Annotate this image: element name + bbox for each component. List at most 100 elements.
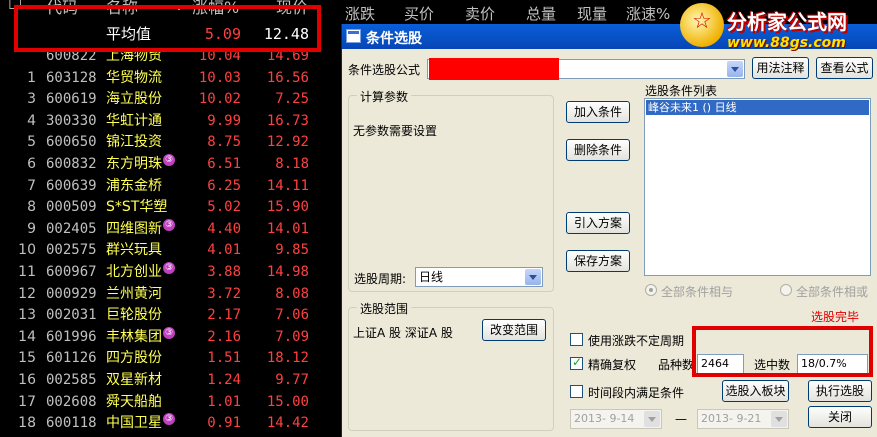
table-row[interactable]: 11 600967 北方创业 ③ 3.88 14.98: [0, 261, 341, 283]
info-badge-icon[interactable]: ③: [163, 262, 175, 274]
date-from-value: 2013- 9-14: [574, 412, 635, 425]
table-row[interactable]: 7 600639 浦东金桥 6.25 14.11: [0, 175, 341, 197]
info-badge-icon[interactable]: ③: [163, 326, 175, 339]
exact-adjust-checkbox[interactable]: [570, 355, 583, 370]
close-button[interactable]: 关闭: [808, 406, 872, 428]
params-text: 无参数需要设置: [353, 124, 438, 138]
table-row[interactable]: 1 603128 华贸物流 10.03 16.56: [0, 67, 341, 89]
stock-name: S*ST华塑: [106, 196, 167, 218]
row-index: 6: [27, 156, 36, 172]
chevron-down-icon[interactable]: [771, 411, 787, 427]
stock-code: 002575: [46, 242, 97, 259]
table-row[interactable]: 12 000929 兰州黄河 3.72 8.08: [0, 283, 341, 305]
logo-url: www.88gs.com: [727, 35, 846, 51]
change-pct: 6.25: [207, 177, 241, 194]
change-pct: 5.02: [207, 199, 241, 216]
average-highlight-box: [14, 5, 321, 52]
time-range-checkbox[interactable]: [570, 385, 583, 398]
row-index: 3: [27, 91, 36, 108]
count-highlight-box: [692, 326, 873, 377]
condition-list[interactable]: 峰谷未来1 () 日线: [644, 98, 871, 276]
current-price: 8.18: [275, 156, 309, 172]
row-index: 17: [18, 393, 36, 410]
dialog-title: 条件选股: [366, 31, 422, 47]
header-ask[interactable]: 卖价: [465, 3, 495, 24]
date-dash: —: [675, 412, 687, 426]
stock-name-text: 华虹计通: [106, 112, 162, 129]
change-pct: 3.72: [207, 285, 241, 302]
date-to-picker[interactable]: 2013- 9-21: [697, 409, 789, 429]
header-change[interactable]: 涨跌: [345, 3, 375, 24]
params-group-title: 计算参数: [357, 88, 412, 105]
change-pct: 1.51: [207, 350, 241, 367]
table-row[interactable]: 14 601996 丰林集团 ③ 2.16 7.09: [0, 326, 341, 348]
uncertain-period-checkbox[interactable]: [570, 333, 583, 346]
stock-name-text: S*ST华塑: [106, 199, 168, 216]
period-select[interactable]: 日线: [415, 267, 543, 287]
row-index: 13: [18, 307, 36, 324]
stock-code: 000509: [46, 199, 97, 216]
stock-name-text: 群兴玩具: [106, 242, 162, 259]
logo-text: 分析家公式网: [727, 10, 847, 34]
table-row[interactable]: 3 600619 海立股份 10.02 7.25: [0, 88, 341, 110]
remove-condition-button[interactable]: 删除条件: [566, 139, 630, 161]
condition-list-item[interactable]: 峰谷未来1 () 日线: [646, 100, 869, 115]
change-pct: 4.01: [207, 242, 241, 259]
table-row[interactable]: 4 300330 华虹计通 9.99 16.73: [0, 110, 341, 132]
radio-or[interactable]: [780, 284, 792, 296]
add-to-board-button[interactable]: 选股入板块: [722, 380, 789, 402]
info-badge-icon[interactable]: ③: [163, 413, 175, 426]
table-row[interactable]: 10 002575 群兴玩具 4.01 9.85: [0, 239, 341, 261]
import-plan-button[interactable]: 引入方案: [566, 212, 630, 234]
date-from-picker[interactable]: 2013- 9-14: [570, 409, 662, 429]
table-row[interactable]: 8 000509 S*ST华塑 5.02 15.90: [0, 196, 341, 218]
change-pct: 4.40: [207, 220, 241, 237]
header-current-volume[interactable]: 现量: [577, 3, 607, 24]
stock-name: 双星新材: [106, 369, 162, 391]
save-plan-button[interactable]: 保存方案: [566, 250, 630, 272]
current-price: 14.42: [266, 415, 309, 432]
radio-and[interactable]: [645, 284, 657, 296]
table-row[interactable]: 9 002405 四维图新 ③ 4.40 14.01: [0, 218, 341, 240]
info-badge-icon[interactable]: ③: [163, 218, 175, 231]
change-range-button[interactable]: 改变范围: [482, 319, 546, 341]
stock-name-text: 华贸物流: [106, 69, 162, 86]
current-price: 9.85: [275, 242, 309, 259]
row-index: 14: [18, 328, 36, 345]
table-row[interactable]: 16 002585 双星新材 1.24 9.77: [0, 369, 341, 391]
row-index: 15: [18, 350, 36, 367]
current-price: 14.98: [266, 264, 309, 280]
table-row[interactable]: 13 002031 巨轮股份 2.17 7.06: [0, 304, 341, 326]
stock-code: 000929: [46, 285, 97, 302]
stock-code: 002608: [46, 393, 97, 410]
chevron-down-icon[interactable]: [727, 61, 743, 77]
stock-name: 浦东金桥: [106, 175, 162, 197]
add-condition-button[interactable]: 加入条件: [566, 101, 630, 123]
current-price: 16.73: [266, 112, 309, 129]
radio-and-label: 全部条件相与: [661, 285, 734, 299]
uncertain-period-label: 使用涨跌不定周期: [588, 334, 685, 348]
current-price: 7.25: [275, 91, 309, 108]
info-badge-icon[interactable]: ③: [163, 154, 175, 166]
current-price: 15.90: [266, 199, 309, 216]
table-row[interactable]: 6 600832 东方明珠 ③ 6.51 8.18: [0, 153, 341, 175]
header-bid[interactable]: 买价: [404, 3, 434, 24]
table-row[interactable]: 5 600650 锦江投资 8.75 12.92: [0, 131, 341, 153]
table-row[interactable]: 15 601126 四方股份 1.51 18.12: [0, 347, 341, 369]
change-pct: 10.02: [198, 91, 241, 108]
stock-name-text: 丰林集团: [106, 328, 162, 345]
header-volume[interactable]: 总量: [526, 3, 556, 24]
stock-code: 600619: [46, 91, 97, 108]
run-screen-button[interactable]: 执行选股: [808, 380, 872, 402]
stock-name: 群兴玩具: [106, 239, 162, 261]
table-row[interactable]: 18 600118 中国卫星 ③ 0.91 14.42: [0, 412, 341, 434]
chevron-down-icon[interactable]: [644, 411, 660, 427]
row-index: 4: [27, 112, 36, 129]
chevron-down-icon[interactable]: [525, 269, 541, 285]
current-price: 9.77: [275, 372, 309, 388]
header-speed[interactable]: 涨速%: [626, 3, 670, 24]
range-group-title: 选股范围: [357, 300, 412, 317]
table-row[interactable]: 17 002608 舜天船舶 1.01 15.00: [0, 391, 341, 413]
stock-code: 600967: [46, 264, 97, 280]
site-logo: ☆ 分析家公式网 www.88gs.com: [672, 0, 877, 62]
